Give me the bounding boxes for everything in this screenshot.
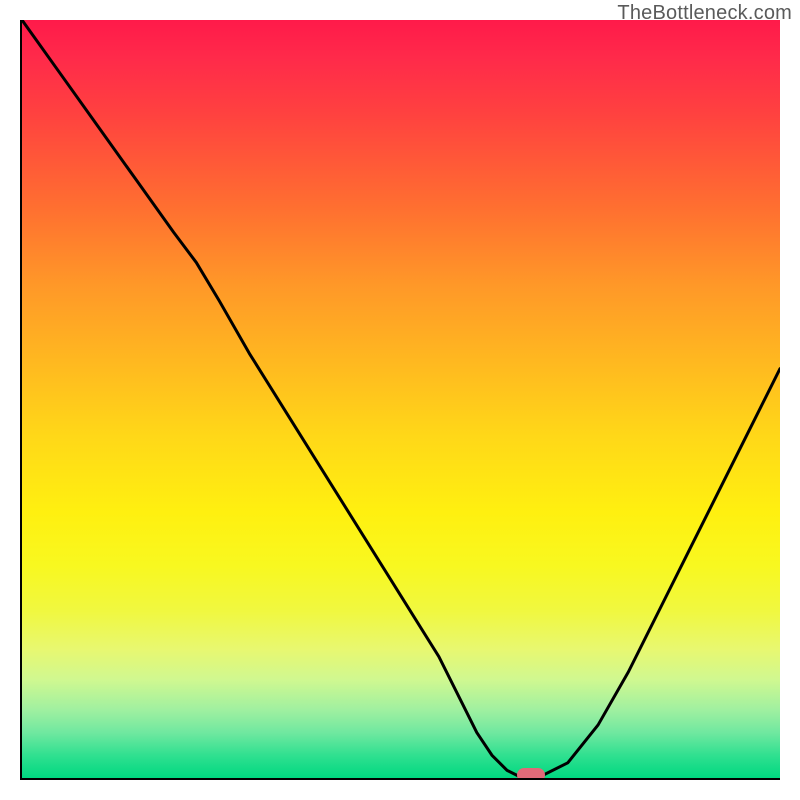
optimal-marker xyxy=(517,768,545,780)
attribution-text: TheBottleneck.com xyxy=(617,2,792,25)
curve-layer xyxy=(22,20,780,778)
bottleneck-chart: TheBottleneck.com xyxy=(0,0,800,800)
bottleneck-curve xyxy=(22,20,780,778)
plot-area xyxy=(20,20,780,780)
